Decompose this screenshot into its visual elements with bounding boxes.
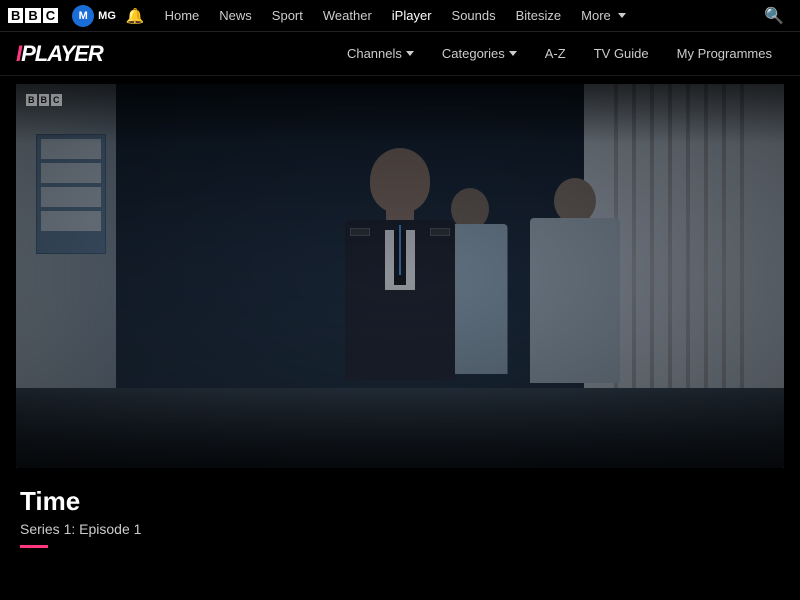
nav-more[interactable]: More (571, 0, 636, 32)
video-bbc-watermark: B B C (26, 94, 62, 106)
nav-iplayer[interactable]: iPlayer (382, 0, 442, 32)
iplayer-nav-az[interactable]: A-Z (533, 32, 578, 76)
top-gradient-overlay (16, 84, 784, 144)
bbc-block-b1: B (8, 8, 23, 23)
nav-sport[interactable]: Sport (262, 0, 313, 32)
iplayer-logo-player: PLAYER (21, 41, 103, 66)
video-bbc-c: C (51, 94, 62, 106)
iplayer-navigation: Channels Categories A-Z TV Guide My Prog… (335, 32, 784, 76)
iplayer-nav-channels[interactable]: Channels (335, 32, 426, 76)
channels-chevron-icon (406, 51, 414, 56)
notification-bell-icon[interactable]: 🔔 (126, 7, 145, 25)
top-nav-links: Home News Sport Weather iPlayer Sounds B… (155, 0, 756, 32)
iplayer-nav-tvguide[interactable]: TV Guide (582, 32, 661, 76)
program-info: Time Series 1: Episode 1 (16, 468, 784, 548)
iplayer-nav-myprogrammes[interactable]: My Programmes (665, 32, 784, 76)
nav-home[interactable]: Home (155, 0, 210, 32)
video-bbc-b2: B (39, 94, 50, 106)
bbc-logo[interactable]: B B C (8, 8, 58, 23)
red-underline (20, 545, 48, 548)
video-bbc-b1: B (26, 94, 37, 106)
program-subtitle: Series 1: Episode 1 (20, 521, 780, 537)
top-navigation: B B C M MG 🔔 Home News Sport Weather iPl… (0, 0, 800, 32)
nav-sounds[interactable]: Sounds (442, 0, 506, 32)
nav-weather[interactable]: Weather (313, 0, 382, 32)
user-initials: MG (98, 10, 116, 22)
video-thumbnail[interactable]: B B C (16, 84, 784, 468)
categories-chevron-icon (509, 51, 517, 56)
bbc-block-b2: B (25, 8, 40, 23)
search-icon[interactable]: 🔍 (756, 6, 792, 26)
iplayer-header: iPLAYER Channels Categories A-Z TV Guide… (0, 32, 800, 76)
nav-news[interactable]: News (209, 0, 262, 32)
main-content: B B C Time Series 1: Episode 1 (0, 76, 800, 548)
scene-background: B B C (16, 84, 784, 468)
iplayer-nav-categories[interactable]: Categories (430, 32, 529, 76)
bottom-gradient-overlay (16, 388, 784, 468)
bbc-block-c: C (43, 8, 58, 23)
user-icon-letter: M (79, 10, 88, 22)
nav-bitesize[interactable]: Bitesize (506, 0, 572, 32)
user-avatar[interactable]: M (72, 5, 94, 27)
program-title: Time (20, 486, 780, 517)
iplayer-logo[interactable]: iPLAYER (16, 41, 103, 67)
more-chevron-icon (618, 13, 626, 18)
